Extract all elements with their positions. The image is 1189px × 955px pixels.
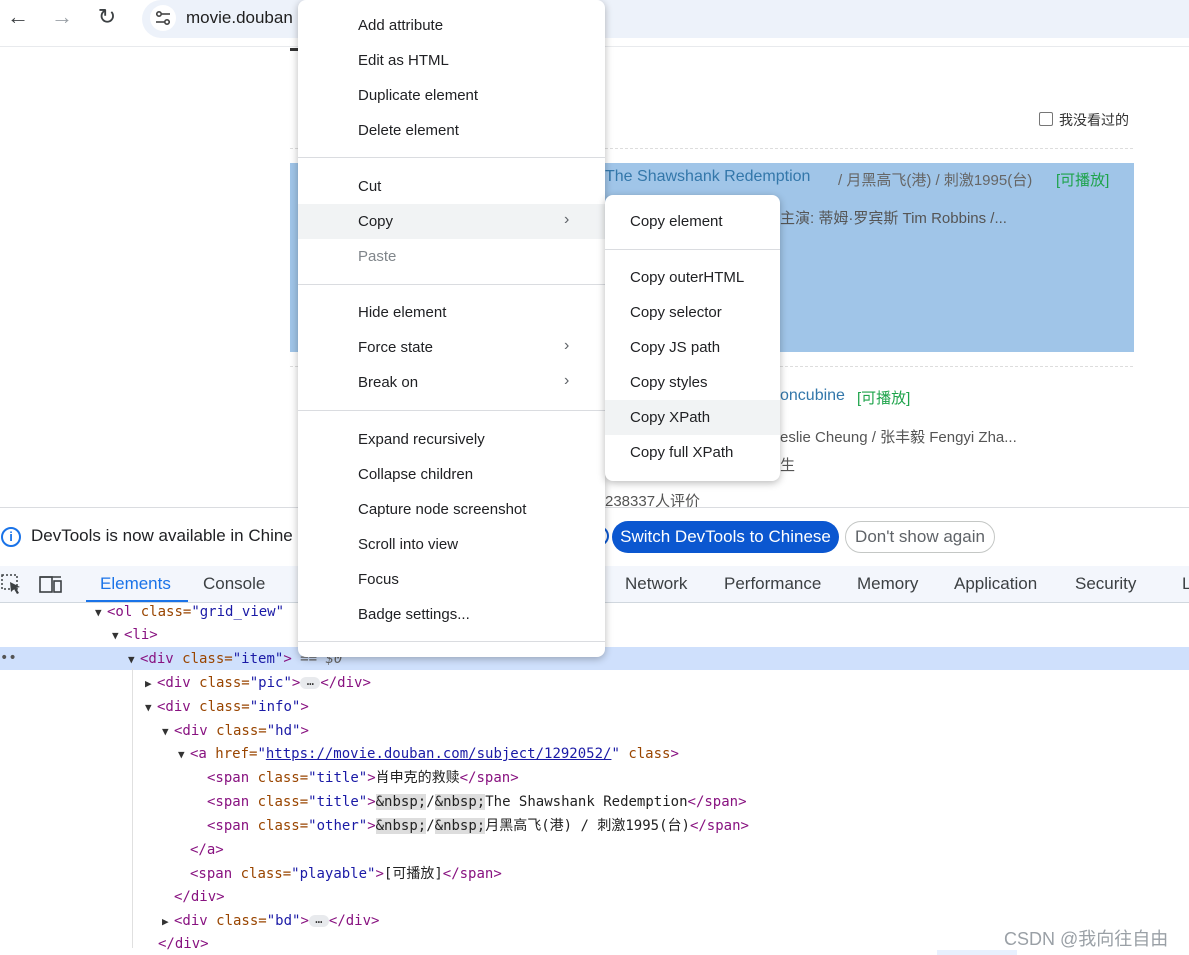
menu-focus[interactable]: Focus (358, 571, 399, 588)
expand-triangle-icon[interactable]: ▼ (112, 625, 124, 647)
submenu-copy-styles[interactable]: Copy styles (630, 374, 708, 391)
context-menu: Add attribute Edit as HTML Duplicate ele… (298, 0, 605, 657)
site-info-button[interactable] (150, 5, 176, 31)
tree-node-a[interactable]: ▼ <a href="https://movie.douban.com/subje… (178, 743, 679, 765)
submenu-copy-element[interactable]: Copy element (630, 213, 723, 230)
expand-triangle-icon[interactable]: ▼ (162, 721, 174, 743)
menu-badge-settings[interactable]: Badge settings... (358, 606, 470, 623)
playable-badge-2[interactable]: [可播放] (857, 387, 910, 408)
menu-cut[interactable]: Cut (358, 178, 381, 195)
tree-node-div-pic[interactable]: ▶ <div class="pic">… </div> (145, 672, 371, 694)
expand-triangle-icon[interactable]: ▼ (178, 744, 190, 766)
tree-node-span-other[interactable]: <span class="other">&nbsp;/&nbsp;月黑高飞(港)… (207, 815, 749, 837)
movie-extra-2: 生 (780, 457, 796, 474)
unwatched-checkbox[interactable] (1039, 112, 1053, 126)
tree-node-span-playable[interactable]: <span class="playable">[可播放]</span> (190, 863, 502, 885)
tree-node-a-close[interactable]: </a> (190, 839, 224, 861)
info-icon: i (1, 527, 21, 547)
device-toolbar-icon[interactable] (39, 574, 63, 594)
movie-cast-2: eslie Cheung / 张丰毅 Fengyi Zha... (780, 429, 1017, 446)
expand-triangle-icon[interactable]: ▼ (95, 602, 107, 624)
chevron-right-icon: › (564, 211, 570, 228)
tab-elements[interactable]: Elements (100, 574, 171, 594)
chevron-right-icon: › (564, 337, 570, 354)
ellipsis-badge[interactable]: … (300, 675, 321, 689)
menu-paste[interactable]: Paste (358, 248, 396, 265)
tree-indent-guide (132, 668, 133, 948)
watermark: CSDN @我向往自由 (1004, 929, 1169, 949)
submenu-copy-outerhtml[interactable]: Copy outerHTML (630, 269, 744, 286)
tree-node-div-bd[interactable]: ▶ <div class="bd">… </div> (162, 910, 379, 932)
submenu-copy-full-xpath[interactable]: Copy full XPath (630, 444, 733, 461)
tree-node-div-info[interactable]: ▼ <div class="info"> (145, 696, 309, 718)
collapse-triangle-icon[interactable]: ▶ (145, 673, 157, 695)
tree-node-span-title[interactable]: <span class="title">肖申克的救赎</span> (207, 767, 519, 789)
inspect-element-icon[interactable] (1, 574, 23, 594)
tab-more[interactable]: L (1182, 574, 1189, 594)
tab-network[interactable]: Network (625, 574, 687, 594)
tree-node-div-hd[interactable]: ▼ <div class="hd"> (162, 720, 309, 742)
menu-delete-element[interactable]: Delete element (358, 122, 459, 139)
movie-title-2[interactable]: oncubine (780, 387, 845, 405)
menu-hide-element[interactable]: Hide element (358, 304, 446, 321)
menu-capture-node-screenshot[interactable]: Capture node screenshot (358, 501, 526, 518)
menu-collapse-children[interactable]: Collapse children (358, 466, 473, 483)
reload-icon[interactable]: ↻ (93, 4, 121, 32)
submenu-copy-js-path[interactable]: Copy JS path (630, 339, 720, 356)
menu-duplicate-element[interactable]: Duplicate element (358, 87, 478, 104)
back-icon[interactable]: ← (4, 4, 32, 32)
menu-separator (298, 157, 605, 158)
playable-badge[interactable]: [可播放] (1056, 169, 1109, 190)
tree-node-div-hd-close[interactable]: </div> (174, 886, 225, 908)
switch-to-chinese-button[interactable]: Switch DevTools to Chinese (612, 521, 839, 553)
menu-separator (298, 410, 605, 411)
href-link[interactable]: https://movie.douban.com/subject/1292052… (266, 746, 612, 762)
tab-memory[interactable]: Memory (857, 574, 918, 594)
tab-security[interactable]: Security (1075, 574, 1136, 594)
movie-title-en[interactable]: The Shawshank Redemption (605, 168, 810, 186)
menu-edit-as-html[interactable]: Edit as HTML (358, 52, 449, 69)
expand-triangle-icon[interactable]: ▼ (145, 697, 157, 719)
tree-node-span-title-en[interactable]: <span class="title">&nbsp;/&nbsp;The Sha… (207, 791, 747, 813)
movie-title-other: / 月黑高飞(港) / 刺激1995(台) (838, 172, 1033, 189)
dont-show-again-button[interactable]: Don't show again (845, 521, 995, 553)
collapse-triangle-icon[interactable]: ▶ (162, 911, 174, 933)
submenu-copy-selector[interactable]: Copy selector (630, 304, 722, 321)
menu-copy[interactable]: Copy (358, 213, 393, 230)
menu-copy-hover (298, 204, 605, 239)
tab-application[interactable]: Application (954, 574, 1037, 594)
menu-separator (298, 284, 605, 285)
menu-separator (605, 249, 780, 250)
tab-performance[interactable]: Performance (724, 574, 821, 594)
ellipsis-badge[interactable]: … (308, 913, 329, 927)
submenu-copy-xpath[interactable]: Copy XPath (630, 409, 710, 426)
node-actions-dots[interactable]: •• (0, 647, 17, 669)
menu-scroll-into-view[interactable]: Scroll into view (358, 536, 458, 553)
unwatched-checkbox-label: 我没看过的 (1059, 112, 1129, 128)
url-text[interactable]: movie.douban (186, 8, 293, 28)
menu-break-on[interactable]: Break on (358, 374, 418, 391)
chevron-right-icon: › (564, 372, 570, 389)
forward-icon[interactable]: → (48, 4, 76, 32)
tab-console[interactable]: Console (203, 574, 265, 594)
tree-node-li[interactable]: ▼ <li> (112, 624, 158, 646)
menu-force-state[interactable]: Force state (358, 339, 433, 356)
site-info-icon (156, 11, 171, 26)
menu-add-attribute[interactable]: Add attribute (358, 17, 443, 34)
tree-node-ol[interactable]: ▼ <ol class="grid_view" (95, 601, 284, 623)
movie-cast: 主演: 蒂姆·罗宾斯 Tim Robbins /... (780, 210, 1007, 227)
tree-node-div-info-close[interactable]: </div> (158, 933, 209, 955)
infobar-message: DevTools is now available in Chine (31, 526, 293, 545)
copy-submenu: Copy element Copy outerHTML Copy selecto… (605, 195, 780, 481)
menu-separator (298, 641, 605, 642)
menu-expand-recursively[interactable]: Expand recursively (358, 431, 485, 448)
expand-triangle-icon[interactable]: ▼ (128, 649, 140, 671)
